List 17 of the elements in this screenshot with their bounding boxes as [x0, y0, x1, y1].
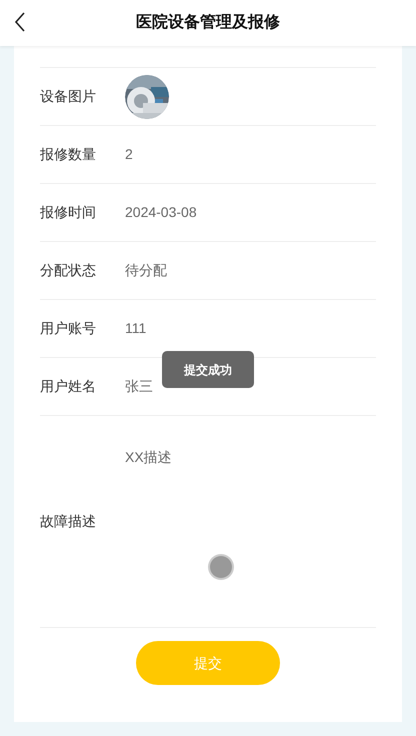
field-label: 故障描述: [40, 512, 97, 531]
field-value: 张三: [125, 377, 153, 396]
field-value: 2024-03-08: [125, 203, 197, 222]
field-label: 设备图片: [40, 87, 97, 106]
field-value: 待分配: [125, 261, 167, 280]
field-label: 用户姓名: [40, 377, 97, 396]
field-label: 报修时间: [40, 203, 97, 222]
submit-button[interactable]: 提交: [136, 641, 280, 685]
field-label: 报修数量: [40, 145, 97, 164]
field-value: 111: [125, 319, 146, 338]
field-value: XX描述: [125, 449, 172, 465]
field-label: 用户账号: [40, 319, 97, 338]
field-label: 分配状态: [40, 261, 97, 280]
back-icon[interactable]: [14, 12, 26, 32]
toast: 提交成功: [162, 351, 254, 388]
field-value: 2: [125, 145, 133, 164]
page-title: 医院设备管理及报修: [136, 12, 280, 33]
